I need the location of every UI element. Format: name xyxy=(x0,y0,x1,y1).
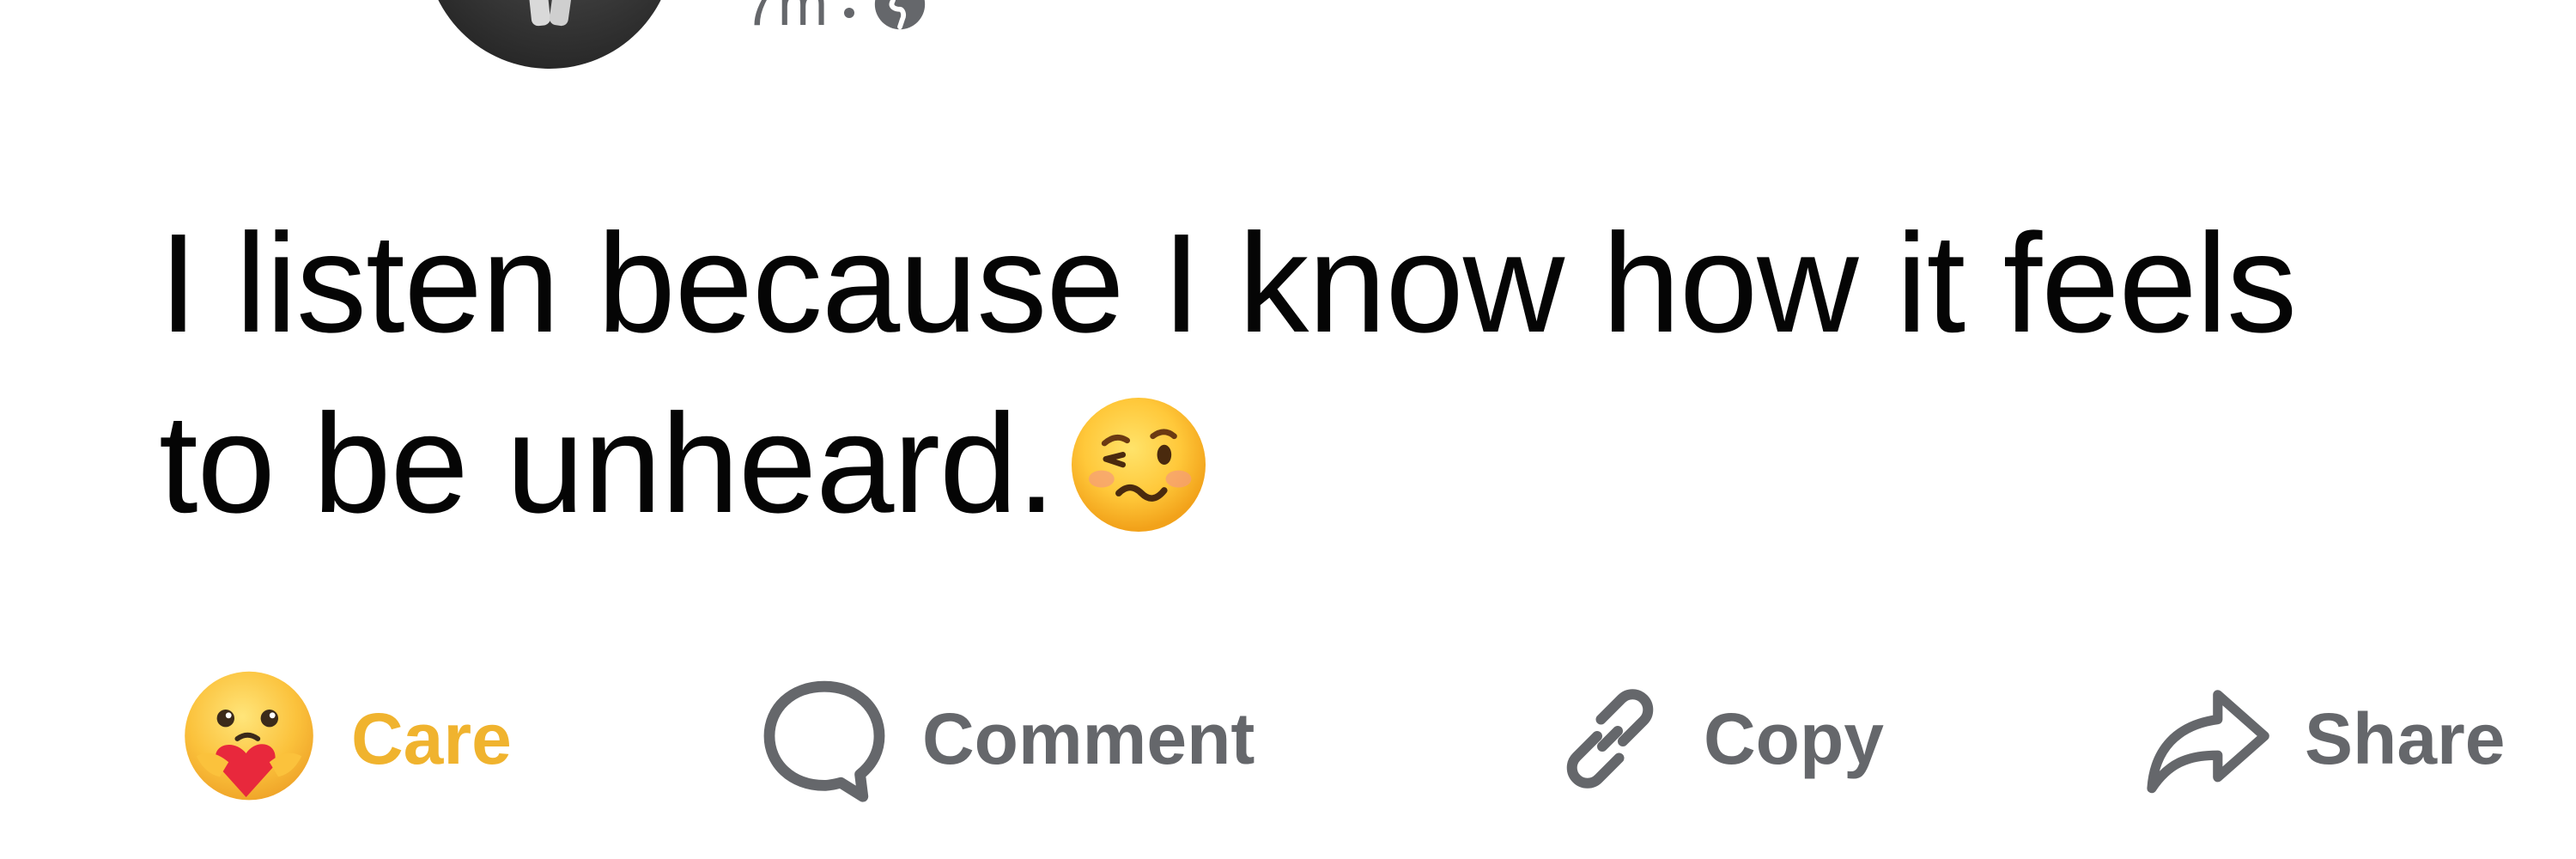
share-label: Share xyxy=(2305,698,2506,779)
globe-icon xyxy=(875,0,926,30)
post-header: 7m xyxy=(0,0,2576,94)
comment-button[interactable]: Comment xyxy=(756,661,1255,816)
post-meta: 7m xyxy=(744,0,930,38)
care-hug-emoji-icon xyxy=(185,671,313,801)
share-button[interactable]: Share xyxy=(2138,661,2505,816)
woozy-face-icon xyxy=(1071,397,1206,533)
link-icon xyxy=(1566,689,1654,789)
post-card: 7m I listen because I know how it feels … xyxy=(0,0,2576,859)
share-arrow-icon xyxy=(2147,690,2269,794)
post-text-line-with-emoji: to be unheard. xyxy=(159,374,2434,554)
care-label: Care xyxy=(351,698,512,779)
copy-label: Copy xyxy=(1704,698,1884,779)
post-action-bar: Care Comment Copy Share xyxy=(0,661,2576,816)
post-text-line: to be unheard. xyxy=(159,385,1056,542)
comment-bubble-icon xyxy=(763,680,885,802)
post-text-line: I listen because I know how it feels xyxy=(159,204,2297,362)
copy-link-button[interactable]: Copy xyxy=(1546,661,1884,816)
comment-label: Comment xyxy=(922,698,1255,779)
meta-separator-dot xyxy=(844,8,855,18)
post-timestamp[interactable]: 7m xyxy=(744,0,829,39)
avatar[interactable] xyxy=(425,0,674,69)
post-body: I listen because I know how it feels to … xyxy=(159,193,2434,554)
care-button[interactable]: Care xyxy=(176,661,512,816)
